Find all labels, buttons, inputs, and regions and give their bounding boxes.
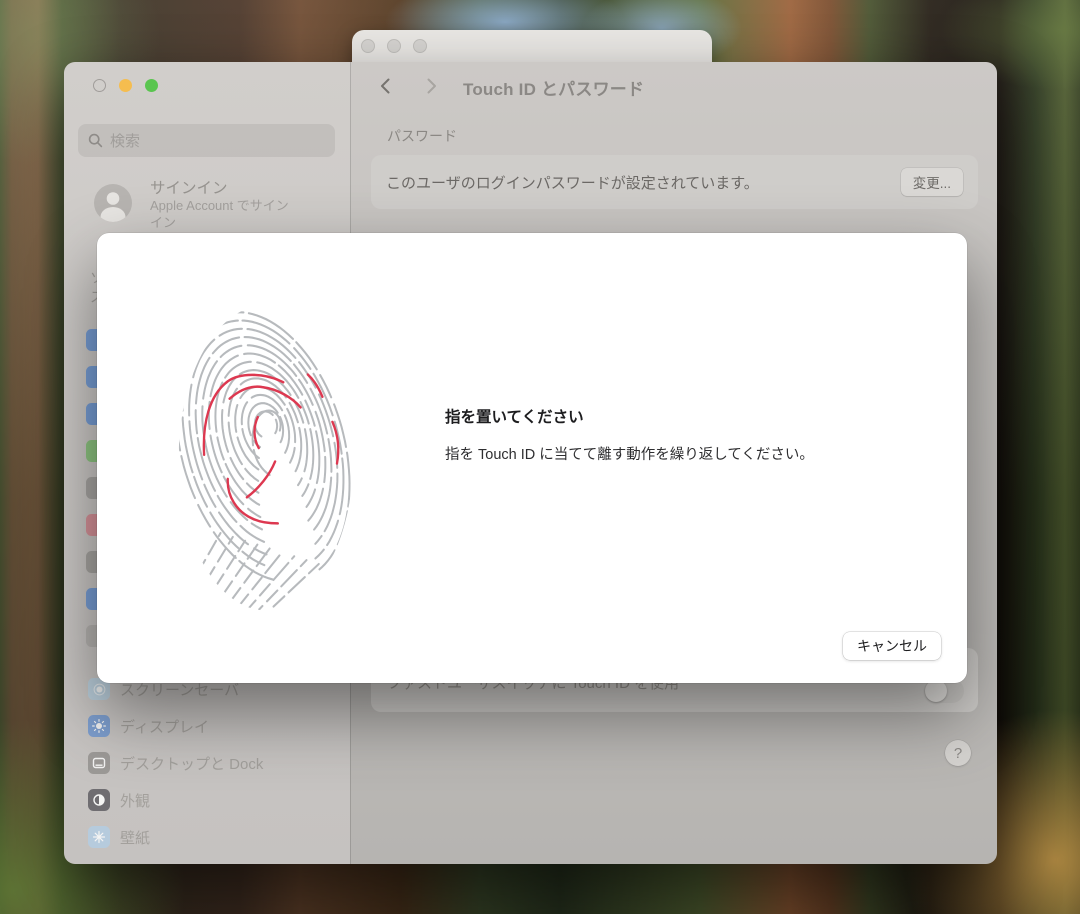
bg-minimize-button[interactable] xyxy=(387,39,401,53)
traffic-lights xyxy=(93,79,158,92)
dialog-title: 指を置いてください xyxy=(445,405,915,427)
back-chevron-icon[interactable] xyxy=(377,77,395,95)
help-button[interactable]: ? xyxy=(945,740,971,766)
search-placeholder: 検索 xyxy=(110,130,140,151)
toggle-knob xyxy=(925,680,947,702)
password-card: このユーザのログインパスワードが設定されています。 変更... xyxy=(371,155,978,209)
password-section-label: パスワード xyxy=(387,126,457,146)
sidebar-bottom-items: スクリーンセーバ ディスプレイ xyxy=(88,678,263,848)
cancel-button[interactable]: キャンセル xyxy=(843,632,941,660)
change-password-button[interactable]: 変更... xyxy=(901,168,963,196)
sidebar-item-displays[interactable]: ディスプレイ xyxy=(88,715,263,737)
desktop-dock-icon xyxy=(88,752,110,774)
signin-subtitle: Apple Account でサイン イン xyxy=(150,197,320,231)
background-window-traffic-lights xyxy=(361,39,427,53)
close-button[interactable] xyxy=(93,79,106,92)
dialog-subtitle: 指を Touch ID に当てて離す動作を繰り返してください。 xyxy=(445,443,915,464)
search-input[interactable]: 検索 xyxy=(78,124,335,157)
wallpaper-icon xyxy=(88,826,110,848)
search-icon xyxy=(88,133,103,148)
zoom-button[interactable] xyxy=(145,79,158,92)
sidebar-item-wallpaper[interactable]: 壁紙 xyxy=(88,826,263,848)
signin-title: サインイン xyxy=(150,176,228,198)
dialog-text-block: 指を置いてください 指を Touch ID に当てて離す動作を繰り返してください… xyxy=(445,405,915,464)
display-icon xyxy=(88,715,110,737)
bg-close-button[interactable] xyxy=(361,39,375,53)
touch-id-enrollment-dialog: 指を置いてください 指を Touch ID に当てて離す動作を繰り返してください… xyxy=(97,233,967,683)
forward-chevron-icon[interactable] xyxy=(422,77,440,95)
password-status-text: このユーザのログインパスワードが設定されています。 xyxy=(386,172,901,193)
appearance-icon xyxy=(88,789,110,811)
fingerprint-icon xyxy=(175,303,357,622)
bg-zoom-button[interactable] xyxy=(413,39,427,53)
page-title: Touch ID とパスワード xyxy=(463,75,644,100)
minimize-button[interactable] xyxy=(119,79,132,92)
sidebar-item-appearance[interactable]: 外観 xyxy=(88,789,263,811)
sidebar-item-desktop-dock[interactable]: デスクトップと Dock xyxy=(88,752,263,774)
avatar xyxy=(94,184,132,222)
